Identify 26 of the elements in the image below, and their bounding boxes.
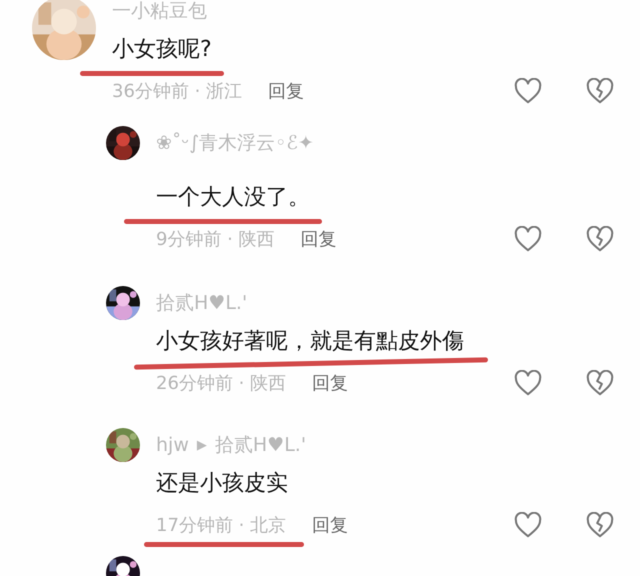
comment-time-location: 26分钟前 · 陕西: [156, 372, 286, 395]
comment-text: 小女孩好著呢，就是有點皮外傷: [156, 328, 464, 356]
broken-heart-icon[interactable]: [586, 78, 614, 104]
comment-time-location: 17分钟前 · 北京: [156, 514, 286, 537]
broken-heart-icon[interactable]: [586, 512, 614, 538]
heart-icon[interactable]: [514, 78, 542, 104]
comment-text: 一个大人没了。: [156, 184, 310, 212]
reply-link[interactable]: 回复: [312, 371, 348, 395]
comment-time-location: 36分钟前 · 浙江: [112, 80, 242, 103]
reply-link[interactable]: 回复: [300, 227, 337, 251]
broken-heart-icon[interactable]: [586, 226, 614, 252]
reply-link[interactable]: 回复: [268, 79, 304, 103]
comment-text: 还是小孩皮实: [156, 470, 288, 498]
heart-icon[interactable]: [514, 226, 542, 252]
reply-arrow-icon: ▶: [196, 438, 207, 452]
user-name[interactable]: 拾贰H♥L.': [214, 432, 306, 458]
broken-heart-icon[interactable]: [586, 370, 614, 396]
user-name[interactable]: 拾贰H♥L.': [156, 290, 248, 316]
comment-text: 小女孩呢?: [112, 36, 212, 64]
user-name[interactable]: 一小粘豆包: [112, 0, 207, 24]
reply-link[interactable]: 回复: [312, 513, 348, 537]
heart-icon[interactable]: [514, 512, 542, 538]
user-name[interactable]: ❀˚ᵕ∫青木浮云◦ℰ✦: [156, 130, 314, 156]
heart-icon[interactable]: [514, 370, 542, 396]
comment-time-location: 9分钟前 · 陕西: [156, 228, 275, 251]
user-name[interactable]: hjw: [156, 434, 189, 456]
